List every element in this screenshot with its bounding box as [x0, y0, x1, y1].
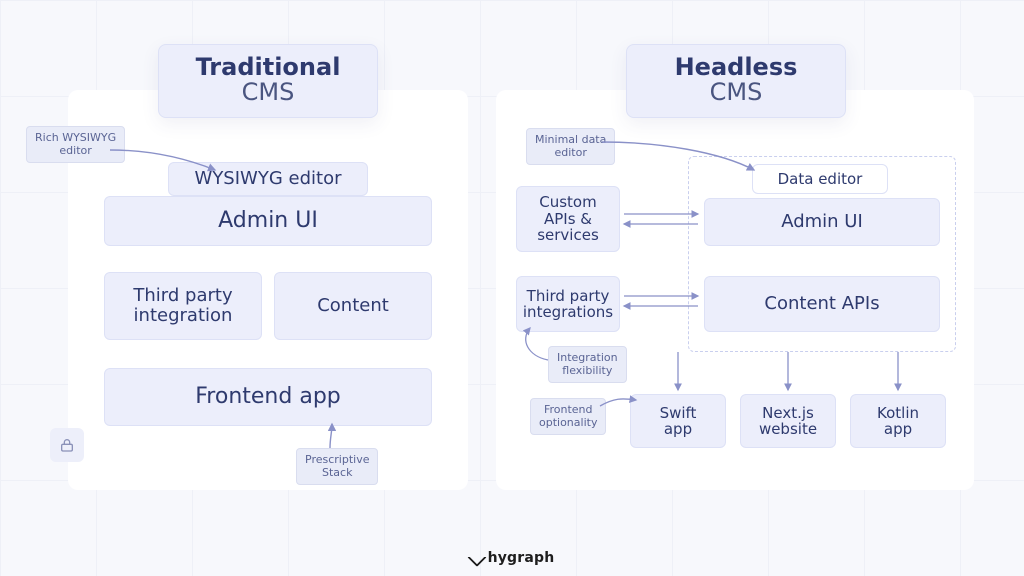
- box-content-left: Content: [274, 272, 432, 340]
- tag-integration-flexibility: Integration flexibility: [548, 346, 627, 383]
- box-content-apis: Content APIs: [704, 276, 940, 332]
- title-headless-bottom: CMS: [637, 80, 835, 105]
- box-third-party-right: Third party integrations: [516, 276, 620, 332]
- box-frontend-app: Frontend app: [104, 368, 432, 426]
- lock-icon: [50, 428, 84, 462]
- title-traditional: Traditional CMS: [158, 44, 378, 118]
- box-kotlin-app: Kotlin app: [850, 394, 946, 448]
- box-wysiwyg-editor: WYSIWYG editor: [168, 162, 368, 196]
- box-admin-ui-right: Admin UI: [704, 198, 940, 246]
- box-admin-ui-left: Admin UI: [104, 196, 432, 246]
- tag-frontend-optionality: Frontend optionality: [530, 398, 606, 435]
- box-data-editor: Data editor: [752, 164, 888, 194]
- box-custom-apis: Custom APIs & services: [516, 186, 620, 252]
- title-headless: Headless CMS: [626, 44, 846, 118]
- tag-minimal-data-editor: Minimal data editor: [526, 128, 615, 165]
- box-third-party-left: Third party integration: [104, 272, 262, 340]
- title-headless-top: Headless: [637, 55, 835, 80]
- title-traditional-top: Traditional: [169, 55, 367, 80]
- box-nextjs-website: Next.js website: [740, 394, 836, 448]
- box-swift-app: Swift app: [630, 394, 726, 448]
- tag-prescriptive-stack: Prescriptive Stack: [296, 448, 378, 485]
- title-traditional-bottom: CMS: [169, 80, 367, 105]
- brand-logo: hygraph: [0, 550, 1024, 566]
- tag-rich-wysiwyg: Rich WYSIWYG editor: [26, 126, 125, 163]
- brand-mark-icon: [467, 547, 487, 567]
- brand-text: hygraph: [488, 550, 555, 566]
